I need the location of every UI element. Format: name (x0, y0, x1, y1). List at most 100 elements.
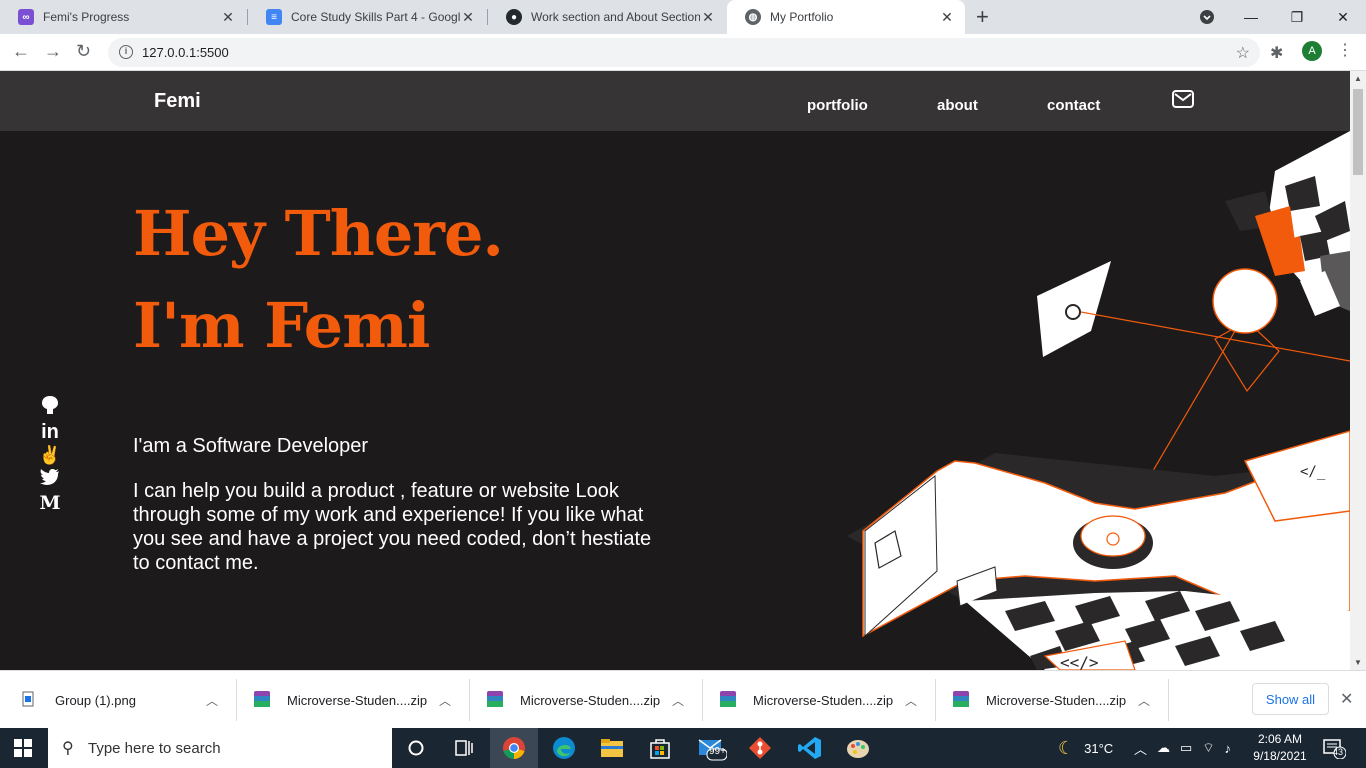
chevron-up-icon[interactable]: ︿ (672, 692, 684, 709)
tab-search-icon[interactable] (1184, 0, 1230, 34)
minimize-icon[interactable]: — (1228, 0, 1274, 34)
profile-avatar[interactable]: A (1302, 41, 1322, 61)
hero-heading-line2: I'm Femi (133, 289, 430, 362)
zip-archive-icon (487, 691, 503, 707)
close-icon[interactable]: ✕ (939, 9, 955, 26)
isometric-board: <</> </_ (847, 430, 1350, 670)
twitter-icon[interactable] (40, 468, 60, 490)
download-filename: Microverse-Studen....zip (986, 692, 1127, 708)
nav-portfolio[interactable]: portfolio (807, 97, 868, 114)
download-item[interactable]: Microverse-Studen....zip ︿ (254, 671, 464, 729)
extensions-icon[interactable]: ✱ (1270, 43, 1283, 63)
clock-date: 9/18/2021 (1253, 749, 1307, 763)
volume-icon[interactable]: ♪ (1225, 741, 1232, 756)
address-bar: ← → ↻ i 127.0.0.1:5500 ☆ (0, 34, 1366, 71)
url-input[interactable]: i 127.0.0.1:5500 ☆ (108, 38, 1260, 67)
scroll-down-icon[interactable]: ▼ (1354, 658, 1362, 667)
chevron-up-icon[interactable]: ︿ (905, 692, 917, 709)
restore-icon[interactable]: ❐ (1274, 0, 1320, 34)
github-icon: ● (506, 9, 522, 25)
download-divider (935, 679, 936, 721)
code-tag-top: </_ (1300, 464, 1326, 480)
windows-start-icon[interactable] (14, 739, 32, 757)
download-item[interactable]: Microverse-Studen....zip ︿ (720, 671, 930, 729)
angellist-icon[interactable]: ✌ (39, 445, 61, 465)
mail-icon[interactable] (1172, 90, 1194, 108)
portfolio-page: Femi portfolio about contact Hey There. … (0, 71, 1350, 670)
chevron-up-icon[interactable]: ︿ (439, 692, 451, 709)
wifi-icon[interactable]: ⌔ (1202, 740, 1214, 756)
chevron-up-icon[interactable]: ︿ (1138, 692, 1150, 709)
chevron-up-icon[interactable]: ︿ (206, 692, 218, 709)
microsoft-store-icon[interactable] (636, 728, 684, 768)
task-view-icon[interactable] (440, 728, 488, 768)
forward-icon[interactable]: → (44, 41, 62, 62)
download-item[interactable]: Microverse-Studen....zip ︿ (487, 671, 697, 729)
cloud-icon[interactable]: ☁ (1157, 740, 1170, 756)
linkedin-icon[interactable]: in (41, 422, 59, 442)
cortana-icon[interactable] (392, 728, 440, 768)
tab-work-section[interactable]: ● Work section and About Section ✕ (488, 0, 726, 34)
diamond-card (1037, 261, 1111, 357)
downloads-bar: Group (1).png ︿ Microverse-Studen....zip… (0, 670, 1366, 728)
tab-title: Work section and About Section (531, 10, 700, 24)
close-icon[interactable]: ✕ (220, 9, 236, 26)
paint-icon[interactable] (834, 728, 882, 768)
download-divider (702, 679, 703, 721)
notification-center-icon[interactable]: 43 (1322, 728, 1346, 768)
battery-icon[interactable]: ▭ (1180, 740, 1192, 756)
reload-icon[interactable]: ↻ (76, 41, 91, 62)
site-logo[interactable]: Femi (154, 90, 201, 113)
scroll-up-icon[interactable]: ▲ (1354, 74, 1362, 83)
new-tab-icon[interactable]: + (976, 4, 989, 30)
social-links: in ✌ M (38, 395, 62, 513)
temperature: 31°C (1084, 740, 1114, 756)
search-icon: ⚲ (62, 740, 74, 757)
tab-core-study-skills[interactable]: ≡ Core Study Skills Part 4 - Google ✕ (248, 0, 486, 34)
close-icon[interactable]: ✕ (700, 9, 716, 26)
git-client-icon[interactable] (736, 728, 784, 768)
browser-tab-bar: ∞ Femi's Progress ✕ ≡ Core Study Skills … (0, 0, 1366, 34)
taskbar-search-input[interactable]: ⚲ Type here to search (48, 728, 392, 768)
file-explorer-icon[interactable] (588, 728, 636, 768)
taskbar-clock[interactable]: 2:06 AM 9/18/2021 (1252, 731, 1308, 765)
tab-femis-progress[interactable]: ∞ Femi's Progress ✕ (0, 0, 246, 34)
github-icon[interactable] (41, 395, 59, 419)
scrollbar-thumb[interactable] (1353, 89, 1363, 175)
download-item[interactable]: Group (1).png ︿ (22, 671, 232, 729)
download-divider (1168, 679, 1169, 721)
menu-icon[interactable]: ⋮ (1337, 40, 1353, 60)
bookmark-star-icon[interactable]: ☆ (1236, 43, 1250, 63)
chevron-up-icon[interactable]: ︿ (1134, 739, 1147, 758)
nav-about[interactable]: about (937, 97, 978, 114)
vscode-icon[interactable] (786, 728, 834, 768)
download-divider (236, 679, 237, 721)
moon-icon: ☾ (1058, 737, 1075, 758)
mail-app-icon[interactable]: 99+ (688, 728, 736, 768)
clock-time: 2:06 AM (1257, 732, 1303, 746)
tab-title: Core Study Skills Part 4 - Google (291, 10, 460, 24)
url-text: 127.0.0.1:5500 (142, 45, 229, 60)
zip-archive-icon (254, 691, 270, 707)
download-filename: Group (1).png (55, 692, 136, 708)
google-docs-icon: ≡ (266, 9, 282, 25)
back-icon[interactable]: ← (12, 41, 30, 62)
weather-widget[interactable]: ☾ 31°C (1058, 728, 1113, 768)
download-item[interactable]: Microverse-Studen....zip ︿ (953, 671, 1163, 729)
edge-icon[interactable] (540, 728, 588, 768)
notification-count: 43 (1333, 747, 1344, 757)
page-scrollbar[interactable]: ▲ ▼ (1350, 71, 1366, 670)
mail-badge: 99+ (709, 746, 726, 757)
show-all-button[interactable]: Show all (1252, 683, 1329, 715)
window-close-icon[interactable]: ✕ (1320, 0, 1366, 34)
search-placeholder: Type here to search (88, 739, 221, 757)
intro-description: I can help you build a product , feature… (133, 480, 652, 574)
chrome-icon[interactable] (490, 728, 538, 768)
tab-my-portfolio[interactable]: ◍ My Portfolio ✕ (727, 0, 965, 34)
close-icon[interactable]: ✕ (460, 9, 476, 26)
medium-icon[interactable]: M (39, 493, 60, 513)
nav-contact[interactable]: contact (1047, 97, 1100, 114)
site-info-icon[interactable]: i (119, 45, 133, 59)
close-icon[interactable]: ✕ (1340, 689, 1353, 709)
windows-taskbar: ⚲ Type here to search 99+ ☾ 31°C ︿ ☁ ▭ ⌔ (0, 728, 1366, 768)
